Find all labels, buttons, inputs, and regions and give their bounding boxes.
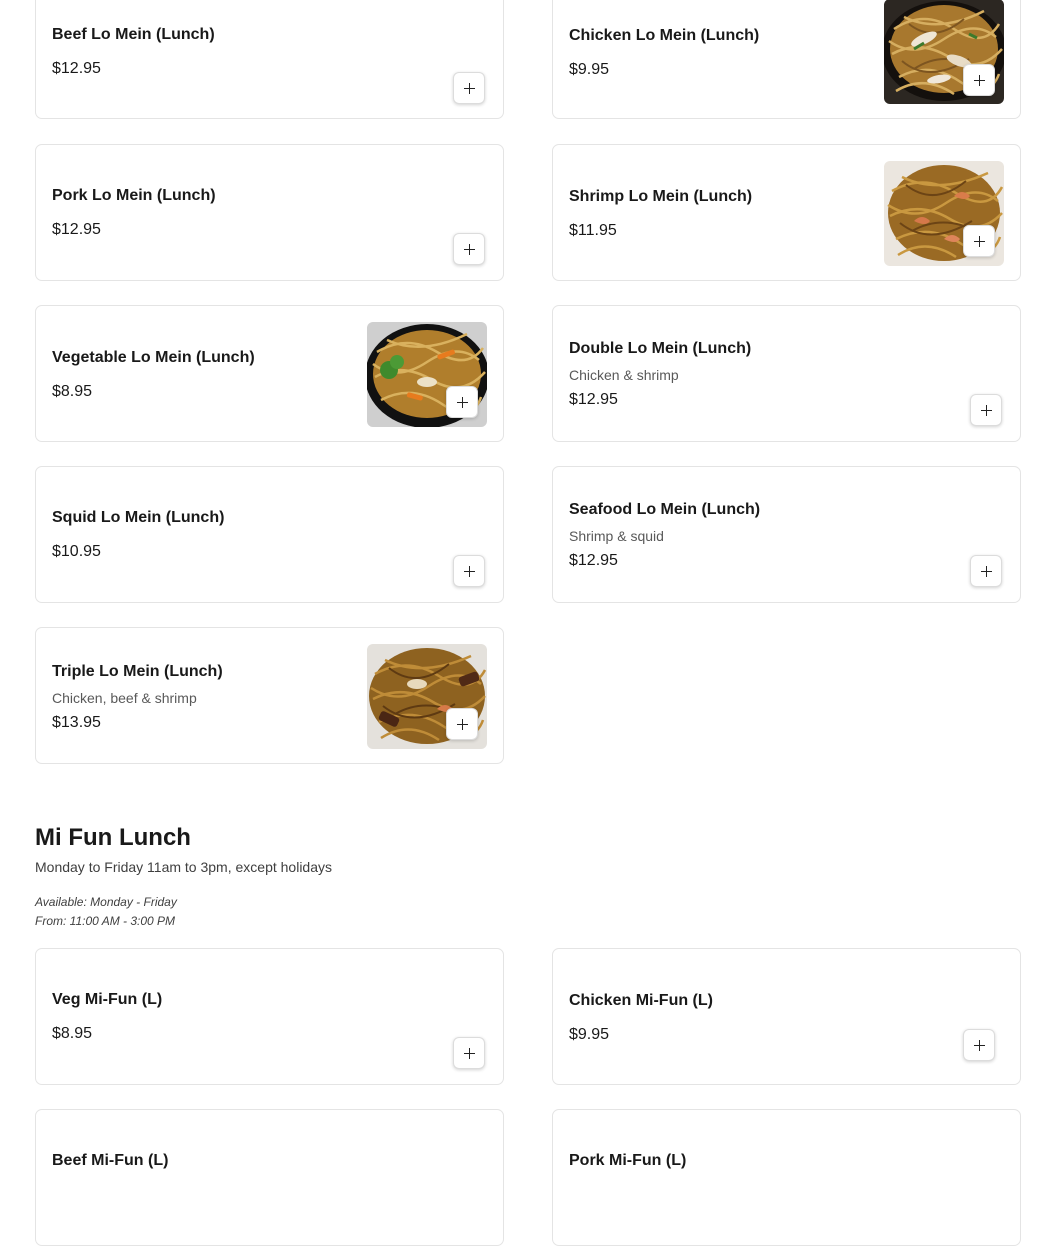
menu-item-card[interactable]: Double Lo Mein (Lunch) Chicken & shrimp … [552,305,1021,442]
item-name: Double Lo Mein (Lunch) [569,340,752,357]
plus-icon [973,74,985,86]
menu-item-card[interactable]: Vegetable Lo Mein (Lunch) $8.95 [35,305,504,442]
menu-item-card[interactable]: Pork Mi-Fun (L) [552,1109,1021,1246]
availability-hours: From: 11:00 AM - 3:00 PM [35,914,176,928]
menu-item-card[interactable]: Chicken Mi-Fun (L) $9.95 [552,948,1021,1085]
item-price: $12.95 [569,391,618,408]
menu-item-card[interactable]: Beef Mi-Fun (L) [35,1109,504,1246]
item-name: Pork Lo Mein (Lunch) [52,187,216,204]
plus-icon [463,243,475,255]
add-to-cart-button[interactable] [453,555,485,587]
add-to-cart-button[interactable] [970,394,1002,426]
add-to-cart-button[interactable] [970,555,1002,587]
item-price: $12.95 [569,552,618,569]
item-price: $13.95 [52,714,101,731]
item-name: Vegetable Lo Mein (Lunch) [52,349,255,366]
item-description: Shrimp & squid [569,528,664,544]
menu-item-card[interactable]: Seafood Lo Mein (Lunch) Shrimp & squid $… [552,466,1021,603]
menu-item-card[interactable]: Beef Lo Mein (Lunch) $12.95 [35,0,504,119]
item-name: Shrimp Lo Mein (Lunch) [569,188,753,205]
plus-icon [463,82,475,94]
plus-icon [980,404,992,416]
item-name: Pork Mi-Fun (L) [569,1152,687,1169]
item-price: $11.95 [569,222,617,239]
add-to-cart-button[interactable] [963,64,995,96]
item-price: $12.95 [52,221,101,238]
item-name: Triple Lo Mein (Lunch) [52,663,223,680]
item-name: Seafood Lo Mein (Lunch) [569,501,761,518]
menu-item-card[interactable]: Chicken Lo Mein (Lunch) $9.95 [552,0,1021,119]
menu-item-card[interactable]: Shrimp Lo Mein (Lunch) $11.95 [552,144,1021,281]
add-to-cart-button[interactable] [453,233,485,265]
section-subtitle: Monday to Friday 11am to 3pm, except hol… [35,859,333,875]
item-name: Chicken Mi-Fun (L) [569,992,713,1009]
add-to-cart-button[interactable] [446,386,478,418]
plus-icon [456,396,468,408]
item-name: Squid Lo Mein (Lunch) [52,509,225,526]
plus-icon [463,1047,475,1059]
item-price: $12.95 [52,60,101,77]
plus-icon [456,718,468,730]
item-price: $10.95 [52,543,101,560]
availability-days: Available: Monday - Friday [35,895,177,909]
section-title: Mi Fun Lunch [35,824,191,851]
item-price: $9.95 [569,61,610,78]
menu-item-card[interactable]: Pork Lo Mein (Lunch) $12.95 [35,144,504,281]
item-price: $9.95 [569,1026,610,1043]
item-price: $8.95 [52,1025,93,1042]
add-to-cart-button[interactable] [453,1037,485,1069]
menu-item-card[interactable]: Squid Lo Mein (Lunch) $10.95 [35,466,504,603]
item-description: Chicken, beef & shrimp [52,690,197,706]
plus-icon [980,565,992,577]
item-name: Chicken Lo Mein (Lunch) [569,27,760,44]
menu-item-card[interactable]: Veg Mi-Fun (L) $8.95 [35,948,504,1085]
item-name: Beef Lo Mein (Lunch) [52,26,215,43]
item-price: $8.95 [52,383,93,400]
plus-icon [973,1039,985,1051]
item-name: Beef Mi-Fun (L) [52,1152,169,1169]
add-to-cart-button[interactable] [963,225,995,257]
item-description: Chicken & shrimp [569,367,679,383]
plus-icon [973,235,985,247]
add-to-cart-button[interactable] [453,72,485,104]
add-to-cart-button[interactable] [446,708,478,740]
plus-icon [463,565,475,577]
add-to-cart-button[interactable] [963,1029,995,1061]
item-name: Veg Mi-Fun (L) [52,991,163,1008]
menu-item-card[interactable]: Triple Lo Mein (Lunch) Chicken, beef & s… [35,627,504,764]
